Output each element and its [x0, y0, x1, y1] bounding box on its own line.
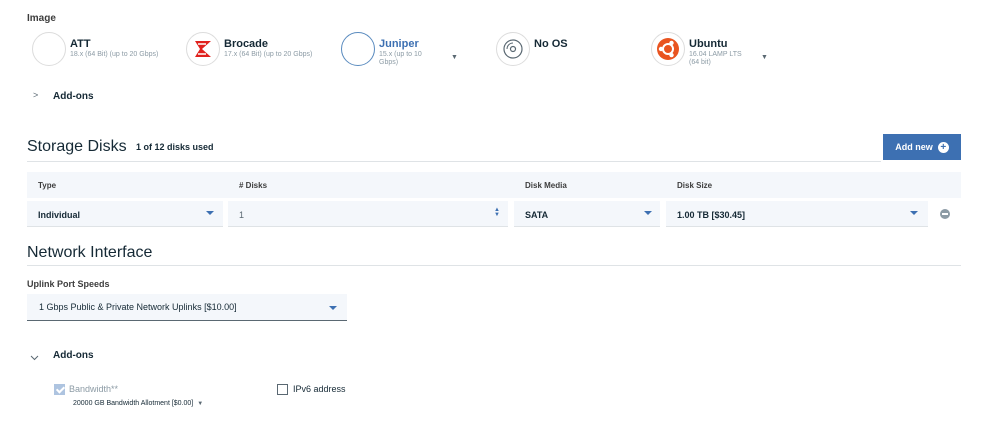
chevron-down-icon[interactable]: ▼ — [761, 54, 768, 61]
chevron-down-icon — [910, 211, 918, 215]
add-new-label: Add new — [895, 142, 933, 152]
uplink-value: 1 Gbps Public & Private Network Uplinks … — [39, 302, 237, 312]
chevron-down-icon — [329, 306, 337, 310]
disk-size-value: 1.00 TB [$30.45] — [677, 210, 746, 220]
column-header-size: Disk Size — [677, 181, 713, 190]
chevron-down-icon[interactable]: ▼ — [451, 54, 458, 61]
disk-type-value: Individual — [38, 210, 81, 220]
disk-count-stepper[interactable]: 1 ▲ ▼ — [228, 201, 508, 227]
storage-disks-title: Storage Disks — [27, 138, 127, 155]
os-option-brocade[interactable]: Brocade 17.x (64 Bit) (up to 20 Gbps) — [186, 32, 336, 72]
divider — [27, 161, 881, 162]
os-option-no-os[interactable]: No OS — [496, 32, 596, 72]
bandwidth-label: Bandwidth** — [69, 384, 119, 394]
uplink-label: Uplink Port Speeds — [27, 279, 110, 289]
os-name: Juniper — [379, 38, 419, 50]
add-disk-button[interactable]: Add new + — [883, 134, 961, 160]
column-header-media: Disk Media — [525, 181, 567, 190]
os-option-att[interactable]: ATT 18.x (64 Bit) (up to 20 Gbps) — [32, 32, 182, 72]
disc-icon — [496, 32, 530, 66]
os-name: Brocade — [224, 38, 269, 50]
image-addons-toggle[interactable]: Add-ons — [53, 91, 94, 102]
os-name: Ubuntu — [689, 38, 728, 50]
os-option-juniper[interactable]: Juniper 15.x (up to 10 Gbps) ▼ — [341, 32, 466, 72]
chevron-down-icon — [644, 211, 652, 215]
disks-usage-text: 1 of 12 disks used — [136, 142, 214, 152]
remove-disk-icon[interactable] — [940, 209, 950, 219]
uplink-port-speed-select[interactable]: 1 Gbps Public & Private Network Uplinks … — [27, 294, 347, 321]
chevron-down-icon[interactable] — [30, 348, 39, 361]
att-logo-icon — [32, 32, 66, 66]
disk-size-select[interactable]: 1.00 TB [$30.45] — [666, 201, 928, 227]
os-version: 18.x (64 Bit) (up to 20 Gbps) — [70, 51, 159, 58]
os-version: 17.x (64 Bit) (up to 20 Gbps) — [224, 51, 313, 58]
chevron-right-icon[interactable]: > — [33, 90, 38, 100]
ipv6-checkbox[interactable] — [277, 384, 288, 395]
column-header-disks: # Disks — [239, 181, 268, 190]
brocade-logo-icon — [186, 32, 220, 66]
chevron-down-icon: ▼ — [197, 401, 204, 407]
ipv6-label: IPv6 address — [293, 384, 346, 394]
os-version: 15.x (up to 10 Gbps) — [379, 51, 422, 66]
disk-table-header: Type # Disks Disk Media Disk Size — [27, 172, 961, 198]
os-name: ATT — [70, 38, 91, 50]
os-name: No OS — [534, 38, 568, 50]
stepper-arrows-icon[interactable]: ▲ ▼ — [494, 207, 500, 218]
ubuntu-logo-icon — [651, 32, 685, 66]
image-section-label: Image — [27, 13, 56, 24]
disk-media-value: SATA — [525, 210, 549, 220]
column-header-type: Type — [38, 181, 57, 190]
os-option-ubuntu[interactable]: Ubuntu 16.04 LAMP LTS (64 bit) ▼ — [651, 32, 776, 72]
bandwidth-select[interactable]: 20000 GB Bandwidth Allotment [$0.00] ▼ — [73, 400, 203, 407]
network-interface-title: Network Interface — [27, 244, 153, 261]
chevron-down-icon — [206, 211, 214, 215]
disk-count-value: 1 — [239, 210, 245, 220]
divider — [27, 265, 961, 266]
network-addons-toggle[interactable]: Add-ons — [53, 350, 94, 361]
plus-icon: + — [937, 141, 949, 153]
disk-type-select[interactable]: Individual — [27, 201, 223, 227]
bandwidth-checkbox[interactable] — [54, 384, 65, 395]
os-version: 16.04 LAMP LTS (64 bit) — [689, 51, 742, 66]
disk-media-select[interactable]: SATA — [514, 201, 660, 227]
juniper-logo-icon — [341, 32, 375, 66]
bandwidth-value: 20000 GB Bandwidth Allotment [$0.00] — [73, 400, 194, 407]
